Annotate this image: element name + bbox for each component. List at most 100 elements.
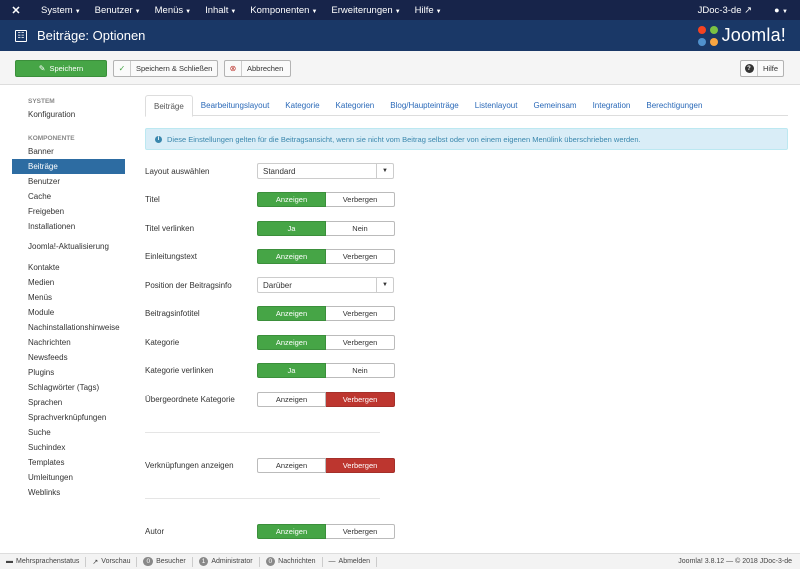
option-hide[interactable]: Verbergen xyxy=(326,523,395,539)
logout-link[interactable]: — Abmelden xyxy=(323,556,378,567)
visitors-status[interactable]: 0 Besucher xyxy=(137,556,193,567)
count-badge: 1 xyxy=(198,557,209,566)
option-show[interactable]: Anzeigen xyxy=(257,191,326,207)
sidebar-item-redirects[interactable]: Umleitungen xyxy=(12,470,125,485)
field-label: Verknüpfungen anzeigen xyxy=(145,460,234,470)
associations-toggle: Anzeigen Verbergen xyxy=(257,457,395,473)
sidebar-item-users[interactable]: Benutzer xyxy=(12,174,125,189)
status-bar: ▬ Mehrsprachenstatus ↗ Vorschau 0 Besucher … xyxy=(0,553,800,569)
field-category: Kategorie Anzeigen Verbergen xyxy=(145,334,405,350)
menu-components[interactable]: Komponenten ▼ xyxy=(243,5,324,16)
layout-select[interactable]: Standard ▼ xyxy=(257,163,394,179)
caret-down-icon: ▼ xyxy=(376,164,393,178)
option-no[interactable]: Nein xyxy=(326,362,395,378)
sidebar-item-banner[interactable]: Banner xyxy=(12,144,125,159)
info-alert: i Diese Einstellungen gelten für die Bei… xyxy=(145,128,788,150)
sidebar-item-messages[interactable]: Nachrichten xyxy=(12,335,125,350)
field-parent-category: Übergeordnete Kategorie Anzeigen Verberg… xyxy=(145,391,405,407)
help-button[interactable]: ? Hilfe xyxy=(740,60,784,77)
admins-status[interactable]: 1 Administrator xyxy=(193,556,260,567)
save-close-button[interactable]: ✓ Speichern & Schließen xyxy=(113,60,218,77)
sidebar-item-checkin[interactable]: Freigeben xyxy=(12,204,125,219)
sidebar-item-media[interactable]: Medien xyxy=(12,275,125,290)
tab-integration[interactable]: Integration xyxy=(585,95,639,116)
caret-down-icon: ▼ xyxy=(782,9,788,15)
cancel-button[interactable]: ⊗ Abbrechen xyxy=(224,60,291,77)
option-hide[interactable]: Verbergen xyxy=(326,334,395,350)
user-icon: ● xyxy=(774,5,780,15)
sidebar-item-smart-search[interactable]: Suchindex xyxy=(12,440,125,455)
sidebar-item-articles[interactable]: Beiträge xyxy=(12,159,125,174)
save-button[interactable]: ✎ Speichern xyxy=(15,60,107,77)
field-label: Einleitungstext xyxy=(145,251,198,261)
multilang-status[interactable]: ▬ Mehrsprachenstatus xyxy=(0,556,87,567)
check-icon: ✓ xyxy=(114,61,131,76)
menu-system[interactable]: System ▼ xyxy=(34,5,88,16)
field-intro-text: Einleitungstext Anzeigen Verbergen xyxy=(145,248,405,264)
preview-link[interactable]: ↗ Vorschau xyxy=(86,556,138,567)
toolbar: ✎ Speichern ✓ Speichern & Schließen ⊗ Abbre… xyxy=(0,51,800,85)
cancel-icon: ⊗ xyxy=(225,61,242,76)
option-yes[interactable]: Ja xyxy=(257,362,326,378)
sidebar-item-associations[interactable]: Sprachverknüpfungen xyxy=(12,410,125,425)
sidebar-item-joomla-update[interactable]: Joomla!-Aktualisierung xyxy=(12,234,125,260)
sidebar-item-languages[interactable]: Sprachen xyxy=(12,395,125,410)
menu-extensions[interactable]: Erweiterungen ▼ xyxy=(324,5,407,16)
option-show[interactable]: Anzeigen xyxy=(257,248,326,264)
sidebar-item-installations[interactable]: Installationen xyxy=(12,219,125,234)
field-label: Layout auswählen xyxy=(145,166,210,176)
menu-help[interactable]: Hilfe ▼ xyxy=(408,5,449,16)
sidebar-item-modules[interactable]: Module xyxy=(12,305,125,320)
field-label: Position der Beitragsinfo xyxy=(145,280,232,290)
caret-down-icon: ▼ xyxy=(230,8,237,15)
option-hide[interactable]: Verbergen xyxy=(326,457,395,473)
brand-text: Joomla! xyxy=(721,25,786,45)
option-show[interactable]: Anzeigen xyxy=(257,523,326,539)
menu-menus[interactable]: Menüs ▼ xyxy=(148,5,198,16)
sidebar-item-newsfeeds[interactable]: Newsfeeds xyxy=(12,350,125,365)
sidebar-item-tags[interactable]: Schlagwörter (Tags) xyxy=(12,380,125,395)
menu-users[interactable]: Benutzer ▼ xyxy=(88,5,148,16)
caret-down-icon: ▼ xyxy=(376,278,393,292)
tab-categories[interactable]: Kategorien xyxy=(328,95,383,116)
option-show[interactable]: Anzeigen xyxy=(257,391,326,407)
option-hide[interactable]: Verbergen xyxy=(326,248,395,264)
user-menu[interactable]: ● ▼ xyxy=(774,5,788,15)
sidebar-item-templates[interactable]: Templates xyxy=(12,455,125,470)
sidebar-item-search[interactable]: Suche xyxy=(12,425,125,440)
sidebar-item-plugins[interactable]: Plugins xyxy=(12,365,125,380)
option-yes[interactable]: Ja xyxy=(257,220,326,236)
joomla-logo-icon[interactable]: ✕ xyxy=(8,4,24,17)
option-no[interactable]: Nein xyxy=(326,220,395,236)
option-hide[interactable]: Verbergen xyxy=(326,191,395,207)
info-position-select[interactable]: Darüber ▼ xyxy=(257,277,394,293)
tab-editing-layout[interactable]: Bearbeitungslayout xyxy=(193,95,278,116)
tab-list-layout[interactable]: Listenlayout xyxy=(467,95,526,116)
tab-category[interactable]: Kategorie xyxy=(277,95,327,116)
category-toggle: Anzeigen Verbergen xyxy=(257,334,395,350)
option-show[interactable]: Anzeigen xyxy=(257,305,326,321)
messages-status[interactable]: 0 Nachrichten xyxy=(260,556,323,567)
menu-content[interactable]: Inhalt ▼ xyxy=(198,5,243,16)
options-tabs: Beiträge Bearbeitungslayout Kategorie Ka… xyxy=(145,95,788,117)
sidebar-item-weblinks[interactable]: Weblinks xyxy=(12,485,125,500)
sidebar-item-configuration[interactable]: Konfiguration xyxy=(12,107,125,122)
option-show[interactable]: Anzeigen xyxy=(257,457,326,473)
option-show[interactable]: Anzeigen xyxy=(257,334,326,350)
option-hide[interactable]: Verbergen xyxy=(326,391,395,407)
sidebar-item-menus[interactable]: Menüs xyxy=(12,290,125,305)
site-link[interactable]: JDoc-3-de ↗ xyxy=(698,5,752,16)
tab-permissions[interactable]: Berechtigungen xyxy=(638,95,710,116)
info-title-toggle: Anzeigen Verbergen xyxy=(257,305,395,321)
sidebar-heading-component: KOMPONENTE xyxy=(28,134,75,142)
tab-shared[interactable]: Gemeinsam xyxy=(525,95,584,116)
option-hide[interactable]: Verbergen xyxy=(326,305,395,321)
caret-down-icon: ▼ xyxy=(185,8,192,15)
sidebar-item-contacts[interactable]: Kontakte xyxy=(12,260,125,275)
sidebar-item-postinstall[interactable]: Nachinstallationshinweise xyxy=(12,320,125,335)
tab-articles[interactable]: Beiträge xyxy=(145,95,193,117)
field-label: Titel verlinken xyxy=(145,223,195,233)
edit-icon: ✎ xyxy=(38,64,46,73)
sidebar-item-cache[interactable]: Cache xyxy=(12,189,125,204)
tab-blog-featured[interactable]: Blog/Haupteinträge xyxy=(382,95,467,116)
